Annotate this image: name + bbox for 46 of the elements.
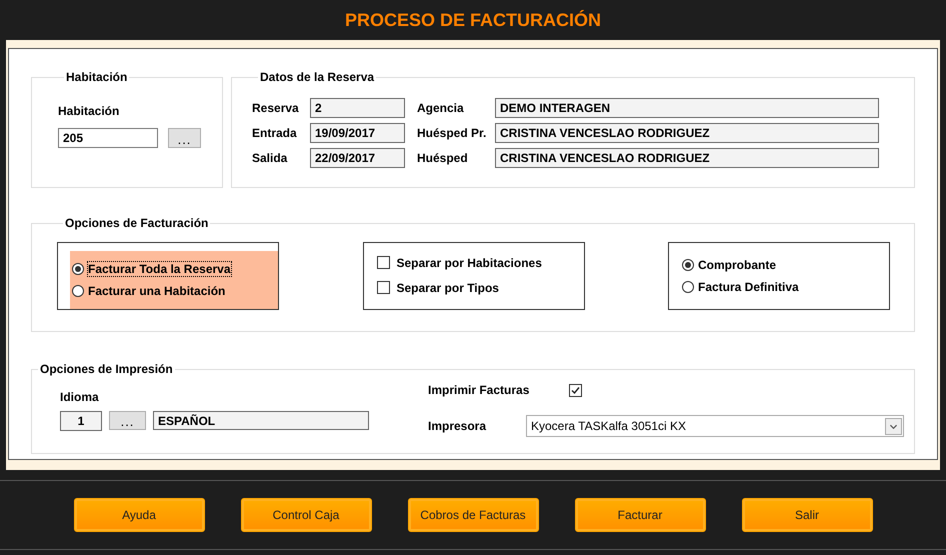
input-field[interactable]: 1 [60, 411, 102, 431]
input-field[interactable]: ESPAÑOL [153, 411, 369, 430]
radio-label[interactable]: Factura Definitiva [698, 280, 799, 294]
field-label: Entrada [252, 126, 298, 140]
input-field[interactable]: CRISTINA VENCESLAO RODRIGUEZ [495, 123, 879, 143]
action-button[interactable]: Cobros de Facturas [408, 498, 538, 532]
checkbox-label[interactable]: Separar por Tipos [396, 280, 499, 294]
field-label: Agencia [416, 101, 465, 115]
field-label: Impresora [428, 419, 488, 433]
group-title: Opciones de Impresión [39, 362, 174, 376]
action-button[interactable]: Salir [742, 498, 872, 532]
group-title: Datos de la Reserva [259, 70, 376, 84]
radio-button[interactable] [682, 258, 694, 270]
window-title: PROCESO DE FACTURACIÓN [344, 10, 602, 30]
input-field[interactable]: 19/09/2017 [310, 123, 405, 143]
radio-label[interactable]: Facturar una Habitación [88, 284, 226, 298]
checkbox[interactable] [376, 281, 390, 294]
input-field[interactable]: DEMO INTERAGEN [495, 98, 879, 118]
radio-button[interactable] [72, 285, 84, 297]
radio-label[interactable]: Facturar Toda la Reserva [88, 262, 231, 276]
radio-button[interactable] [682, 280, 694, 292]
input-field[interactable]: 22/09/2017 [310, 148, 405, 168]
input-field[interactable]: 205 [58, 128, 158, 148]
action-button[interactable]: Ayuda [74, 498, 204, 532]
action-button[interactable]: Control Caja [240, 498, 372, 532]
checkbox[interactable] [569, 384, 582, 396]
field-label: Huésped Pr. [416, 126, 488, 140]
action-button[interactable]: Facturar [574, 498, 706, 532]
radio-label[interactable]: Comprobante [698, 258, 776, 272]
field-label: Huésped [416, 151, 469, 165]
group-title: Opciones de Facturación [64, 216, 210, 230]
field-label: Imprimir Facturas [428, 383, 530, 397]
group-title: Habitación [65, 70, 128, 84]
input-field[interactable]: CRISTINA VENCESLAO RODRIGUEZ [495, 148, 879, 168]
lookup-button[interactable]: ... [168, 128, 201, 148]
lookup-button[interactable]: ... [109, 411, 146, 430]
radio-button[interactable] [72, 263, 84, 275]
field-label: Habitación [58, 104, 120, 118]
field-label: Reserva [252, 101, 300, 115]
checkbox-label[interactable]: Separar por Habitaciones [396, 256, 542, 270]
input-field[interactable]: 2 [310, 98, 405, 118]
field-label: Salida [252, 151, 288, 165]
checkbox[interactable] [376, 256, 390, 269]
printer-dropdown[interactable]: Kyocera TASKalfa 3051ci KX [526, 415, 904, 437]
field-label: Idioma [60, 390, 99, 404]
caret-icon [885, 418, 902, 434]
